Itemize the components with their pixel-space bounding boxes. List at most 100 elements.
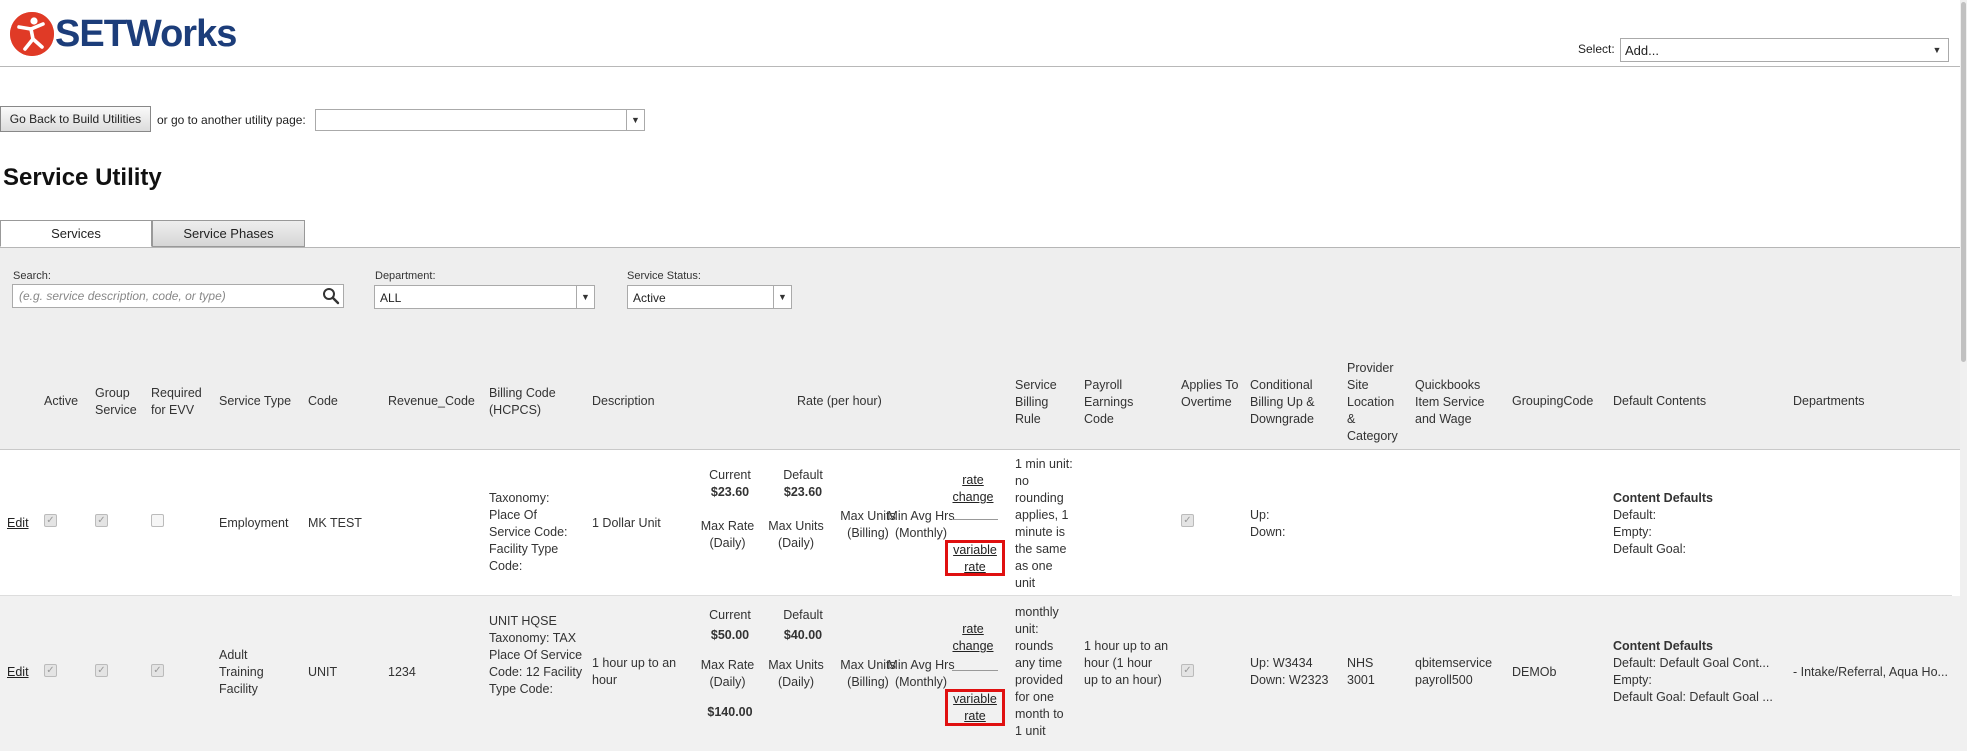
- content-empty: Empty:: [1613, 525, 1652, 539]
- content-default-goal: Default Goal:: [1613, 542, 1686, 556]
- quickbooks-item: qbitemservice payroll500: [1415, 656, 1493, 687]
- billing-code: Taxonomy: Place Of Service Code: Facilit…: [489, 491, 568, 573]
- revenue-code: 1234: [388, 665, 416, 679]
- tab-service-phases[interactable]: Service Phases: [152, 220, 305, 247]
- col-rate: Rate (per hour): [797, 394, 882, 408]
- rate-change-link[interactable]: rate change: [950, 621, 996, 655]
- col-quickbooks: Quickbooks Item Service and Wage: [1415, 378, 1485, 426]
- col-service-type: Service Type: [219, 394, 292, 408]
- add-select-value: Add...: [1625, 43, 1659, 58]
- content-default: Default:: [1613, 508, 1657, 522]
- search-icon[interactable]: [322, 287, 340, 305]
- departments: - Intake/Referral, Aqua Ho...: [1793, 665, 1948, 679]
- page-title: Service Utility: [3, 164, 162, 191]
- max-rate-label: Max Rate (Daily): [700, 519, 755, 550]
- col-active: Active: [44, 394, 79, 408]
- variable-rate-link[interactable]: variable rate: [948, 691, 1002, 725]
- overtime-checkbox[interactable]: ✓: [1181, 664, 1194, 677]
- col-code: Code: [308, 394, 338, 408]
- goto-utility-label: or go to another utility page:: [157, 113, 306, 127]
- billing-code: UNIT HQSE Taxonomy: TAX Place Of Service…: [489, 614, 583, 696]
- department-value: ALL: [380, 291, 402, 305]
- back-to-build-utilities-button[interactable]: Go Back to Build Utilities: [0, 106, 151, 132]
- department-label: Department:: [375, 270, 436, 282]
- min-avg-hrs-label: Min Avg Hrs (Monthly): [887, 509, 955, 540]
- current-rate: $50.00: [710, 628, 750, 642]
- service-code: MK TEST: [308, 516, 362, 530]
- vertical-scrollbar[interactable]: [1960, 0, 1967, 751]
- add-select[interactable]: Add... ▼: [1620, 38, 1949, 62]
- header-divider: [0, 66, 1967, 67]
- variable-rate-link[interactable]: variable rate: [948, 542, 1002, 576]
- max-rate-label: Max Rate (Daily): [700, 658, 755, 689]
- scrollbar-thumb[interactable]: [1961, 2, 1966, 362]
- col-payroll-code: Payroll Earnings Code: [1084, 378, 1134, 426]
- search-label: Search:: [13, 270, 51, 282]
- col-grouping-code: GroupingCode: [1512, 394, 1594, 408]
- content-defaults-title: Content Defaults: [1613, 639, 1713, 653]
- col-default-contents: Default Contents: [1613, 394, 1707, 408]
- default-rate: $23.60: [783, 485, 823, 499]
- active-checkbox[interactable]: ✓: [44, 664, 57, 677]
- col-group-service: Group Service: [95, 386, 137, 417]
- current-label: Current: [709, 468, 751, 482]
- conditional-down: Down: W2323: [1250, 673, 1329, 687]
- default-label: Default: [783, 608, 823, 622]
- edit-link[interactable]: Edit: [7, 664, 29, 681]
- chevron-down-icon: ▼: [1932, 45, 1942, 55]
- rate-link-divider: [952, 519, 998, 520]
- col-overtime: Applies To Overtime: [1181, 378, 1239, 409]
- group-service-checkbox[interactable]: ✓: [95, 514, 108, 527]
- edit-link[interactable]: Edit: [7, 515, 29, 532]
- setworks-logo: SETWorks: [10, 12, 237, 56]
- department-select[interactable]: ALL ▼: [374, 285, 595, 309]
- chevron-down-icon: ▼: [626, 110, 644, 130]
- group-service-checkbox[interactable]: ✓: [95, 664, 108, 677]
- col-revenue-code: Revenue_Code: [388, 394, 475, 408]
- service-status-value: Active: [633, 291, 666, 305]
- brand-text: SETWorks: [55, 13, 237, 55]
- table-row: [0, 596, 1967, 751]
- active-checkbox[interactable]: ✓: [44, 514, 57, 527]
- col-description: Description: [592, 394, 655, 408]
- content-default: Default: Default Goal Cont...: [1613, 656, 1770, 670]
- default-label: Default: [783, 468, 823, 482]
- col-billing-code: Billing Code (HCPCS): [489, 386, 556, 417]
- col-billing-rule: Service Billing Rule: [1015, 378, 1057, 426]
- required-evv-checkbox[interactable]: ✓: [151, 664, 164, 677]
- max-units-daily-label: Max Units (Daily): [768, 519, 824, 550]
- payroll-code: 1 hour up to an hour (1 hour up to an ho…: [1084, 639, 1169, 687]
- description: 1 hour up to an hour: [592, 656, 677, 687]
- chevron-down-icon: ▼: [773, 286, 791, 308]
- description: 1 Dollar Unit: [592, 516, 661, 530]
- current-label: Current: [709, 608, 751, 622]
- min-avg-hrs-label: Min Avg Hrs (Monthly): [887, 658, 955, 689]
- utility-page-select[interactable]: ▼: [315, 109, 645, 131]
- col-conditional: Conditional Billing Up & Downgrade: [1250, 378, 1315, 426]
- conditional-up: Up: W3434: [1250, 656, 1313, 670]
- col-departments: Departments: [1793, 394, 1865, 408]
- service-status-select[interactable]: Active ▼: [627, 285, 792, 309]
- billing-rule: monthly unit: rounds any time provided f…: [1015, 605, 1064, 738]
- grouping-code: DEMOb: [1512, 665, 1557, 679]
- max-units-daily-label: Max Units (Daily): [768, 658, 824, 689]
- overtime-checkbox[interactable]: ✓: [1181, 514, 1194, 527]
- billing-rule: 1 min unit: no rounding applies, 1 minut…: [1015, 457, 1073, 590]
- col-provider-site: Provider Site Location & Category: [1347, 361, 1398, 443]
- service-code: UNIT: [308, 665, 338, 679]
- current-rate: $23.60: [710, 485, 750, 499]
- required-evv-checkbox[interactable]: [151, 514, 164, 527]
- max-rate-value: $140.00: [707, 705, 753, 719]
- rate-change-link[interactable]: rate change: [950, 472, 996, 506]
- tab-services[interactable]: Services: [0, 220, 152, 247]
- service-type: Adult Training Facility: [219, 648, 264, 696]
- chevron-down-icon: ▼: [576, 286, 594, 308]
- person-logo-icon: [10, 12, 54, 56]
- col-required-evv: Required for EVV: [151, 386, 202, 417]
- content-empty: Empty:: [1613, 673, 1652, 687]
- search-input[interactable]: (e.g. service description, code, or type…: [12, 284, 344, 308]
- service-status-label: Service Status:: [627, 270, 701, 282]
- rate-link-divider: [952, 670, 998, 671]
- provider-site: NHS 3001: [1347, 656, 1375, 687]
- default-rate: $40.00: [783, 628, 823, 642]
